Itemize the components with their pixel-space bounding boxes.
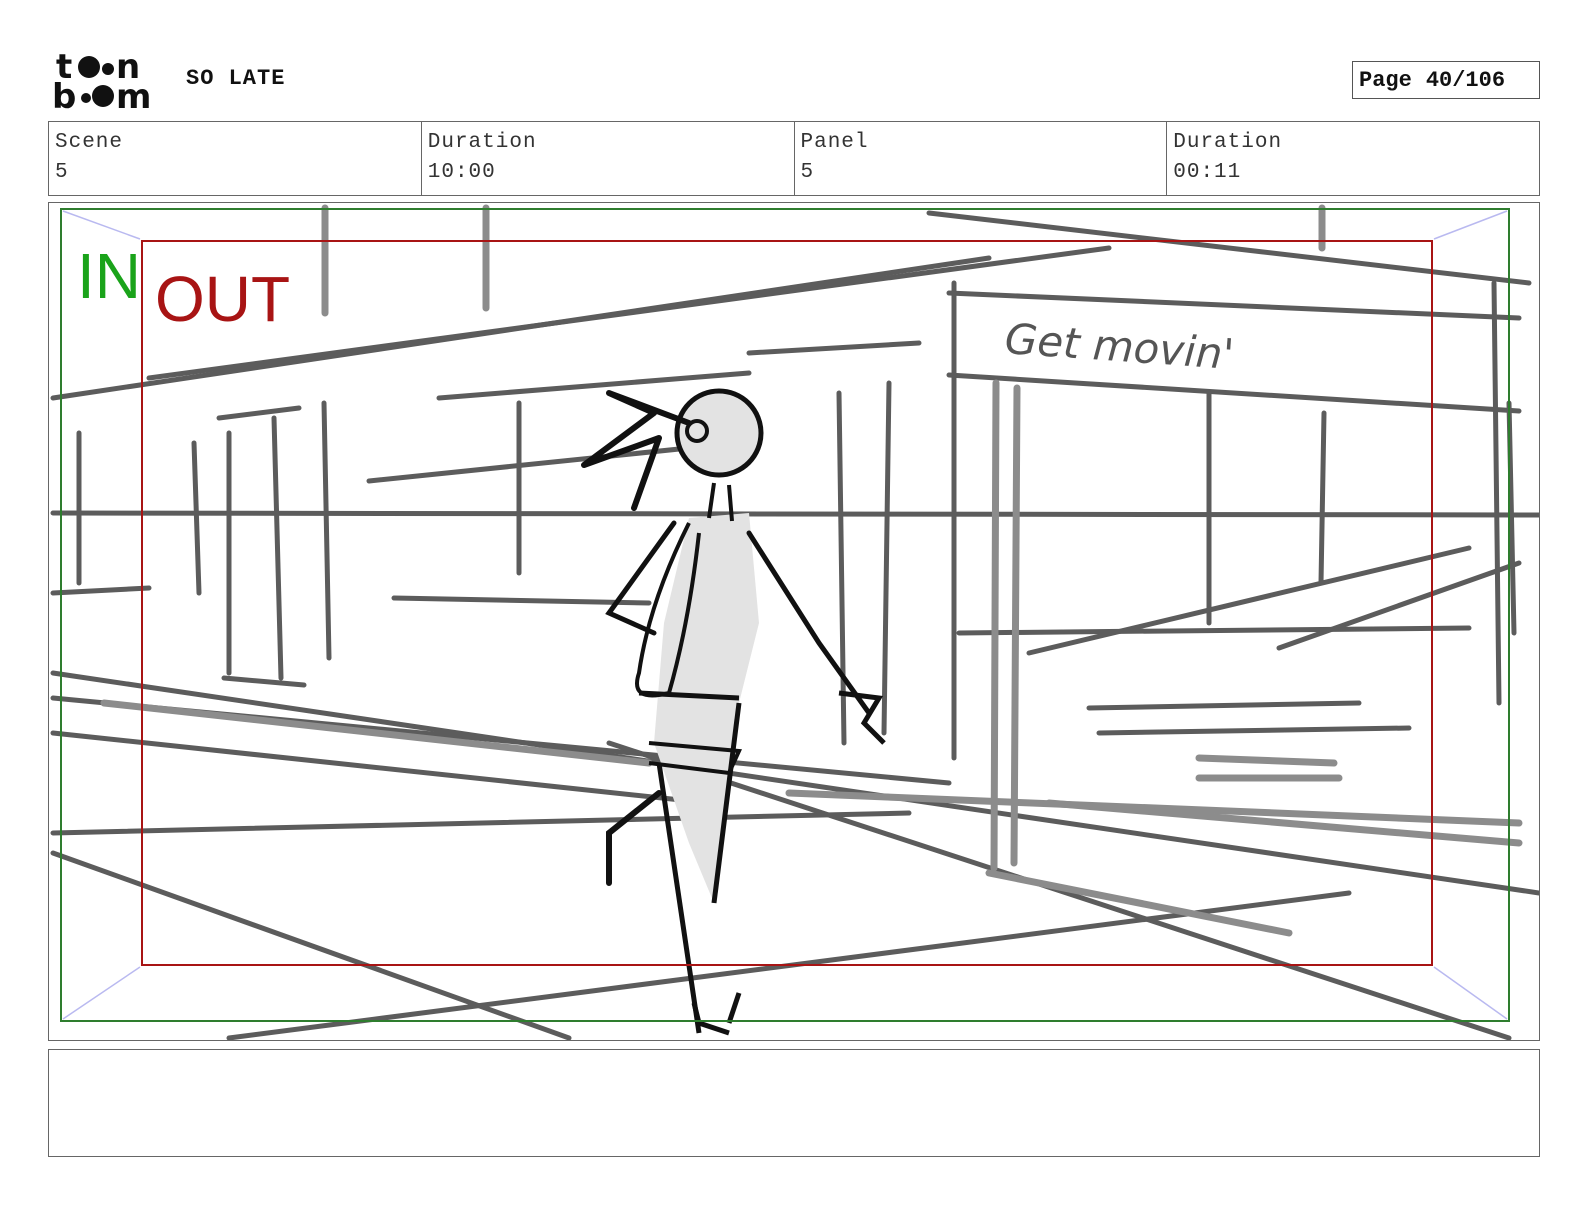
- bus-text: Get movin': [1003, 314, 1235, 379]
- storyboard-panel: Get movin' IN OUT: [48, 202, 1540, 1041]
- page-label: Page: [1359, 67, 1412, 93]
- panel-sketch: Get movin' IN OUT: [50, 204, 1539, 1040]
- background-sketch: [50, 210, 1539, 1040]
- panel-label: Panel: [800, 131, 869, 154]
- panel-duration-cell: Duration 00:11: [1167, 122, 1539, 195]
- scene-value: 5: [55, 161, 69, 184]
- scene-label: Scene: [55, 131, 124, 154]
- panel-value: 5: [800, 161, 815, 184]
- panel-duration-value: 00:11: [1173, 161, 1242, 184]
- svg-text:b: b: [52, 77, 76, 112]
- page-indicator: Page 40/106: [1352, 61, 1540, 99]
- panel-notes: [48, 1049, 1540, 1157]
- background-tone-strokes: [100, 204, 1523, 937]
- in-label: IN: [77, 240, 141, 312]
- project-title: SO LATE: [186, 66, 286, 91]
- scene-duration-value: 10:00: [427, 161, 496, 184]
- panel-cell: Panel 5: [795, 122, 1168, 195]
- out-label: OUT: [155, 263, 290, 335]
- scene-info-bar: Scene 5 Duration 10:00 Panel 5 Duration …: [48, 121, 1540, 196]
- scene-cell: Scene 5: [49, 122, 422, 195]
- toon-boom-logo: t n b m: [52, 47, 164, 117]
- panel-duration-label: Duration: [1173, 131, 1283, 154]
- scene-duration-cell: Duration 10:00: [422, 122, 795, 195]
- scene-duration-label: Duration: [427, 131, 537, 154]
- page-number: 40/106: [1425, 67, 1506, 93]
- svg-text:m: m: [116, 77, 151, 112]
